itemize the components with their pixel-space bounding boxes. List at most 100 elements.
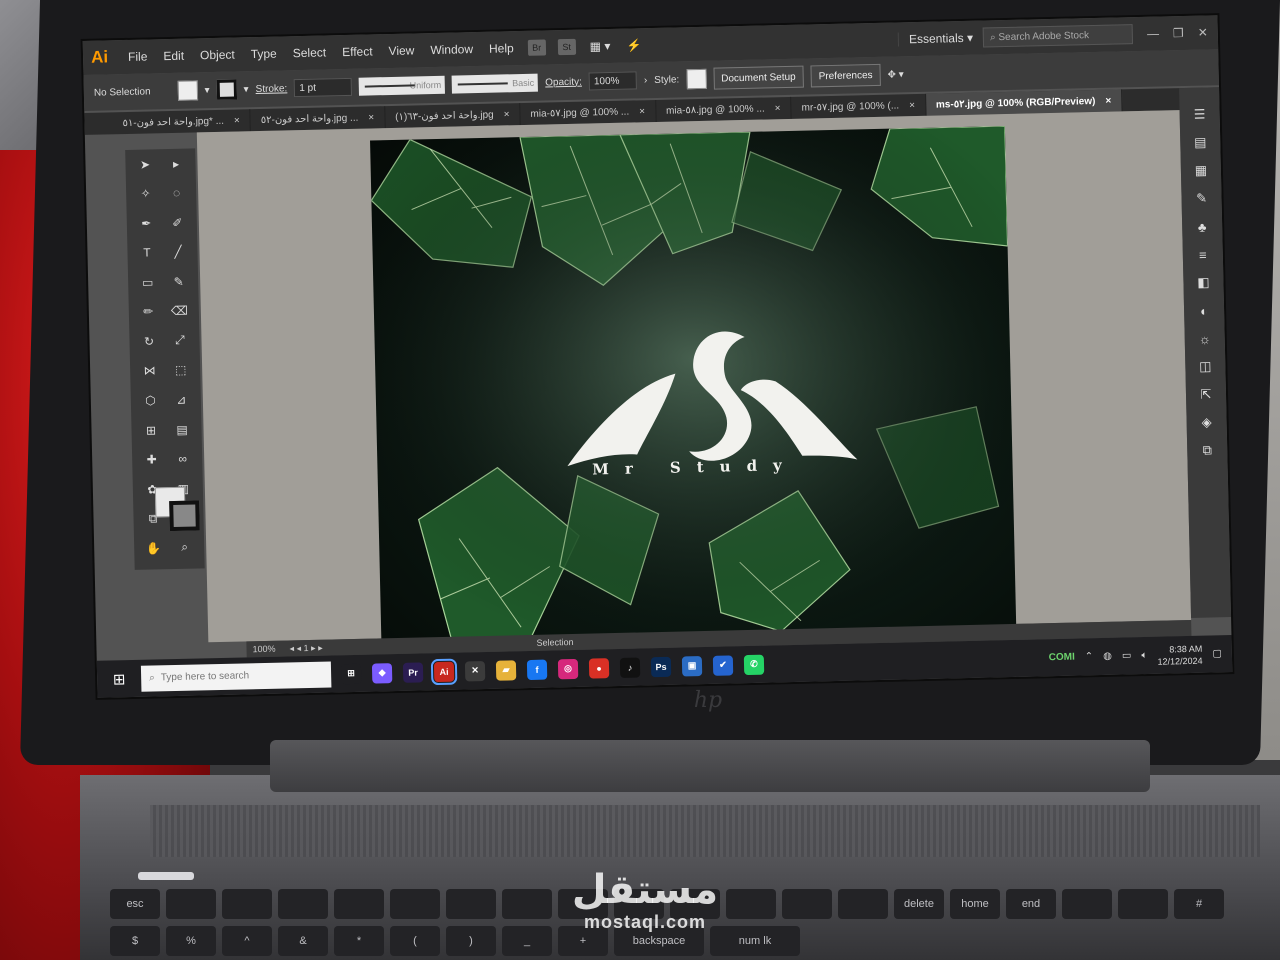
- workspace-switcher[interactable]: Essentials ▾: [897, 30, 984, 47]
- stock-button[interactable]: St: [557, 38, 576, 56]
- menu-edit[interactable]: Edit: [155, 48, 192, 63]
- export-icon[interactable]: ⇱: [1197, 386, 1215, 401]
- task-view-icon[interactable]: ⊞: [340, 663, 362, 684]
- menu-effect[interactable]: Effect: [334, 44, 381, 59]
- copilot-icon[interactable]: ◆: [371, 662, 393, 684]
- variable-width-profile[interactable]: Uniform: [359, 75, 446, 96]
- stroke-swatch[interactable]: [216, 79, 237, 100]
- todo-icon[interactable]: ✔: [712, 654, 734, 676]
- close-tab-icon[interactable]: ×: [775, 103, 781, 114]
- explorer-icon[interactable]: ▰: [495, 659, 517, 681]
- lasso-tool-icon[interactable]: ◌: [161, 184, 192, 202]
- zoom-level[interactable]: 100%: [252, 644, 275, 655]
- close-tab-icon[interactable]: ×: [503, 109, 509, 120]
- eyedropper-tool-icon[interactable]: ✚: [136, 451, 167, 469]
- clock[interactable]: 8:38 AM 12/12/2024: [1157, 642, 1203, 667]
- notifications-icon[interactable]: ▢: [1212, 648, 1222, 659]
- curvature-tool-icon[interactable]: ✐: [162, 214, 193, 232]
- menu-window[interactable]: Window: [422, 42, 481, 57]
- close-tab-icon[interactable]: ×: [368, 112, 374, 123]
- hand-tool-icon[interactable]: ✋: [138, 540, 169, 558]
- stroke-icon[interactable]: ≡: [1194, 247, 1212, 262]
- menu-file[interactable]: File: [120, 49, 156, 64]
- brushes-icon[interactable]: ✎: [1192, 190, 1210, 205]
- chrome-icon[interactable]: ●: [588, 657, 610, 679]
- opacity-label[interactable]: Opacity:: [545, 76, 582, 88]
- close-tab-icon[interactable]: ×: [909, 100, 915, 111]
- tiktok-icon[interactable]: ♪: [619, 656, 641, 678]
- selection-tool-icon[interactable]: ➤: [129, 155, 160, 173]
- gradient-tool-icon[interactable]: ▤: [166, 421, 197, 439]
- chevron-down-icon[interactable]: ▾: [204, 85, 209, 96]
- battery-icon[interactable]: ▭: [1122, 650, 1132, 661]
- photos-icon[interactable]: ▣: [681, 655, 703, 677]
- perspective-grid-tool-icon[interactable]: ⊿: [166, 391, 197, 409]
- mesh-tool-icon[interactable]: ⊞: [135, 421, 166, 439]
- facebook-icon[interactable]: f: [526, 659, 548, 680]
- whatsapp-icon[interactable]: ✆: [743, 654, 765, 675]
- close-tab-icon[interactable]: ×: [234, 115, 240, 126]
- minimize-icon[interactable]: —: [1147, 27, 1159, 41]
- arrange-icon[interactable]: ✥ ▾: [887, 69, 903, 80]
- bridge-button[interactable]: Br: [527, 39, 546, 56]
- line-tool-icon[interactable]: ╱: [162, 243, 193, 261]
- shaper-tool-icon[interactable]: ✏: [133, 303, 164, 321]
- document-tab[interactable]: mia-٥٨.jpg @ 100% ... ×: [655, 96, 792, 122]
- scale-tool-icon[interactable]: ⤢: [164, 332, 195, 350]
- free-transform-tool-icon[interactable]: ⬚: [165, 361, 196, 379]
- opacity-field[interactable]: 100%: [588, 71, 638, 91]
- illustrator-icon[interactable]: Ai: [430, 658, 458, 685]
- layers-icon[interactable]: ◈: [1197, 414, 1215, 429]
- stroke-label[interactable]: Stroke:: [255, 83, 287, 95]
- rectangle-tool-icon[interactable]: ▭: [132, 273, 163, 291]
- volume-icon[interactable]: 🔈︎: [1141, 650, 1147, 661]
- stroke-weight-field[interactable]: 1 pt: [294, 77, 353, 98]
- network-icon[interactable]: ◍: [1103, 651, 1112, 662]
- appearance-icon[interactable]: ☼: [1196, 331, 1214, 346]
- restore-icon[interactable]: ❐: [1173, 26, 1184, 40]
- close-icon[interactable]: ✕: [1198, 25, 1208, 39]
- stroke-color-box[interactable]: [169, 500, 200, 532]
- gradient-icon[interactable]: ◧: [1194, 274, 1212, 289]
- document-tab[interactable]: mia-٥٧.jpg @ 100% ... ×: [520, 99, 657, 126]
- rotate-tool-icon[interactable]: ↻: [133, 333, 164, 351]
- pen-tool-icon[interactable]: ✒: [131, 214, 162, 232]
- width-tool-icon[interactable]: ⋈: [134, 362, 165, 380]
- menu-type[interactable]: Type: [243, 46, 285, 62]
- fill-stroke-control[interactable]: [154, 486, 200, 532]
- document-tab[interactable]: واحة احد فون-٥١.jpg* ... ×: [112, 109, 252, 135]
- transparency-icon[interactable]: ◐: [1195, 303, 1213, 318]
- artboard[interactable]: Mr Study: [370, 126, 1017, 641]
- type-tool-icon[interactable]: T: [131, 244, 162, 262]
- menu-help[interactable]: Help: [481, 41, 522, 56]
- close-tab-icon[interactable]: ×: [1105, 95, 1111, 106]
- graphic-styles-icon[interactable]: ◫: [1196, 358, 1214, 373]
- menu-select[interactable]: Select: [285, 45, 335, 60]
- style-swatch[interactable]: [685, 68, 707, 90]
- document-tab[interactable]: واحة احد فون-٥٢.jpg ... ×: [250, 106, 386, 132]
- chevron-right-icon[interactable]: ›: [644, 75, 648, 86]
- eraser-tool-icon[interactable]: ⌫: [164, 302, 195, 320]
- menu-object[interactable]: Object: [192, 47, 243, 63]
- document-tab[interactable]: واحة احد فون-٦٣(١).jpg ×: [384, 103, 521, 129]
- magic-wand-tool-icon[interactable]: ✧: [130, 185, 161, 203]
- paintbrush-tool-icon[interactable]: ✎: [163, 273, 194, 291]
- artboard-navigator[interactable]: ◂ ◂ 1 ▸ ▸: [289, 642, 322, 654]
- taskbar-search-input[interactable]: ⌕ Type here to search: [140, 660, 332, 692]
- shape-builder-tool-icon[interactable]: ⬡: [135, 392, 166, 410]
- brush-definition[interactable]: Basic: [452, 73, 539, 94]
- libraries-icon[interactable]: ▤: [1191, 134, 1209, 149]
- swatches-icon[interactable]: ▦: [1192, 162, 1210, 177]
- document-setup-button[interactable]: Document Setup: [712, 65, 804, 90]
- chevron-up-icon[interactable]: ⌃: [1085, 651, 1094, 662]
- fill-swatch[interactable]: [177, 80, 198, 101]
- symbols-icon[interactable]: ♣: [1193, 219, 1211, 234]
- close-tab-icon[interactable]: ×: [639, 106, 645, 117]
- chevron-down-icon[interactable]: ▾: [243, 84, 248, 95]
- document-tab[interactable]: mr-٥٧.jpg @ 100% (... ×: [791, 93, 927, 119]
- photoshop-icon[interactable]: Ps: [650, 656, 672, 677]
- zoom-tool-icon[interactable]: ⌕: [169, 539, 200, 557]
- gpu-performance-icon[interactable]: ⚡: [618, 38, 649, 53]
- instagram-icon[interactable]: ◎: [557, 658, 579, 679]
- direct-selection-tool-icon[interactable]: ▸: [160, 155, 191, 173]
